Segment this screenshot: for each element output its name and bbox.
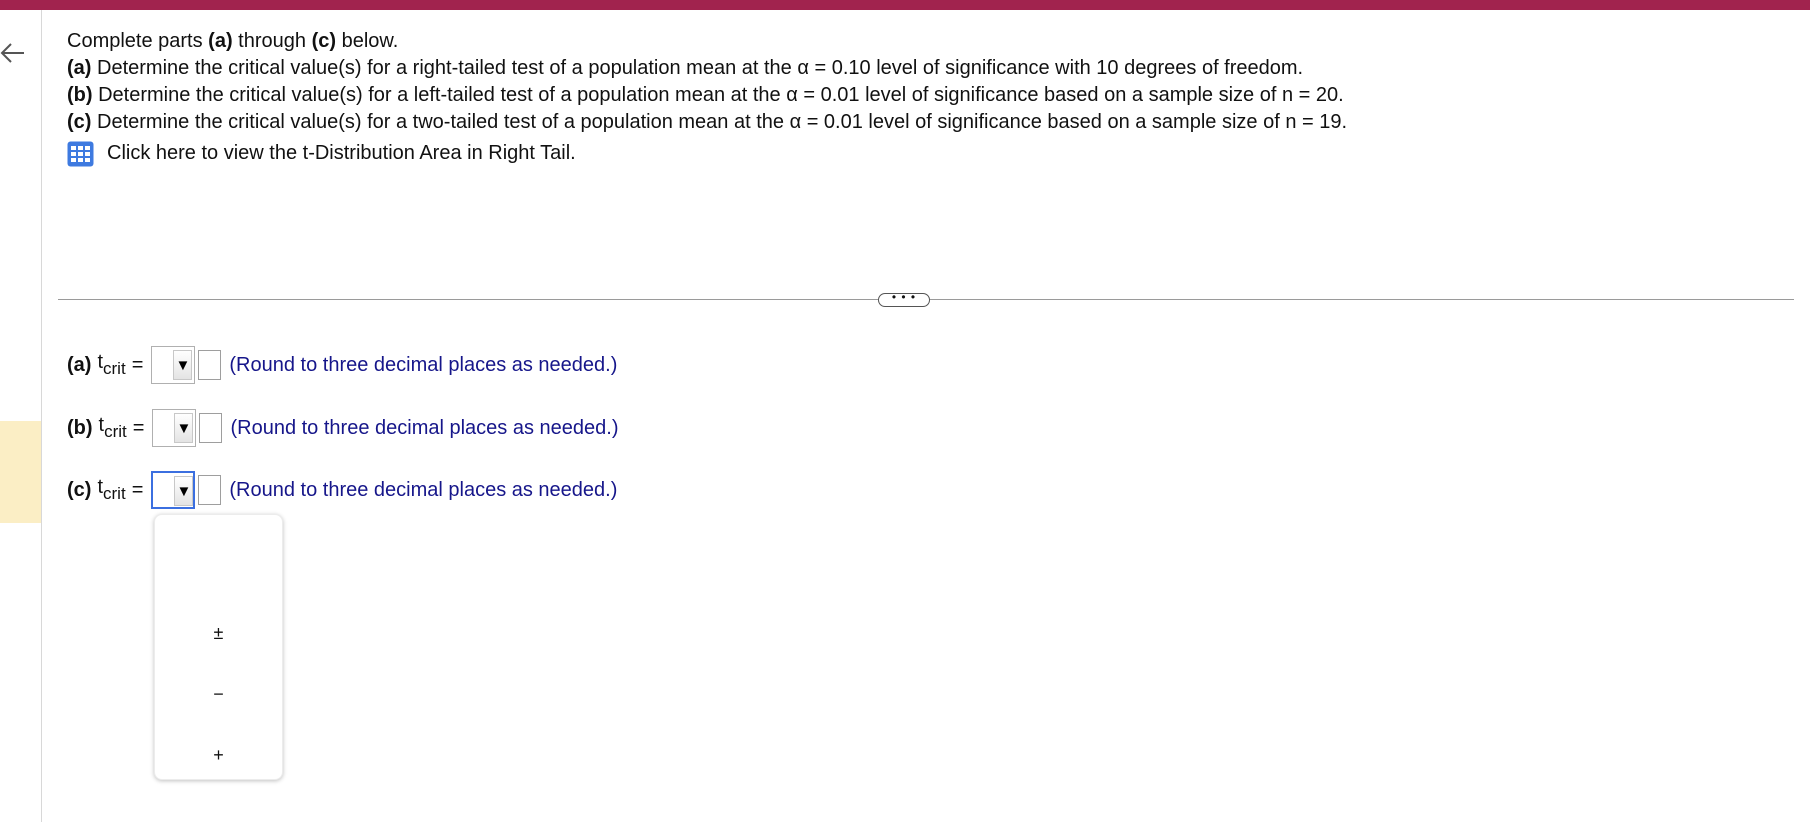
back-arrow-icon[interactable] [0, 40, 26, 66]
answer-row-b: (b) tcrit = ▼ (Round to three decimal pl… [67, 408, 618, 448]
t-crit-symbol: tcrit [97, 476, 126, 503]
answer-label: (b) [67, 416, 93, 439]
question-part-b: (b) Determine the critical value(s) for … [67, 84, 1344, 106]
t-crit-value-input[interactable] [198, 350, 222, 380]
left-rail [0, 10, 42, 822]
option-minus[interactable]: − [155, 676, 282, 712]
answer-label: (c) [67, 478, 92, 501]
answer-row-a: (a) tcrit = ▼ (Round to three decimal pl… [67, 345, 617, 385]
question-intro: Complete parts (a) through (c) below. [67, 30, 399, 52]
equals-sign: = [131, 478, 144, 501]
top-brand-bar [0, 0, 1810, 10]
table-link-text[interactable]: Click here to view the t-Distribution Ar… [107, 140, 576, 167]
t-crit-symbol: tcrit [98, 414, 127, 441]
t-distribution-table-link[interactable]: Click here to view the t-Distribution Ar… [67, 140, 1767, 167]
dropdown-arrow-icon[interactable]: ▼ [174, 413, 194, 443]
sign-dropdown[interactable]: ▼ [151, 346, 196, 384]
t-crit-value-input[interactable] [198, 475, 222, 505]
equals-sign: = [132, 416, 145, 439]
option-plus-minus[interactable]: ± [155, 615, 282, 651]
answer-label: (a) [67, 353, 92, 376]
sign-dropdown[interactable]: ▼ [152, 409, 197, 447]
equals-sign: = [131, 353, 144, 376]
expand-more-button[interactable]: • • • [878, 291, 930, 307]
question-text: Complete parts (a) through (c) below. (a… [67, 28, 1767, 167]
option-plus[interactable]: + [155, 737, 282, 773]
table-grid-icon [67, 141, 94, 167]
answer-row-c: (c) tcrit = ▼ (Round to three decimal pl… [67, 470, 617, 510]
rounding-hint: (Round to three decimal places as needed… [229, 353, 618, 376]
question-part-c: (c) Determine the critical value(s) for … [67, 111, 1348, 133]
t-crit-value-input[interactable] [199, 413, 223, 443]
t-crit-symbol: tcrit [97, 351, 126, 378]
rounding-hint: (Round to three decimal places as needed… [229, 478, 618, 501]
question-part-a: (a) Determine the critical value(s) for … [67, 57, 1304, 79]
current-part-highlight [0, 421, 41, 523]
sign-options-menu: ± − + [154, 514, 283, 780]
dropdown-arrow-icon[interactable]: ▼ [173, 350, 193, 380]
sign-dropdown[interactable]: ▼ [151, 471, 196, 509]
rounding-hint: (Round to three decimal places as needed… [230, 416, 619, 439]
dropdown-arrow-icon[interactable]: ▼ [174, 476, 194, 506]
